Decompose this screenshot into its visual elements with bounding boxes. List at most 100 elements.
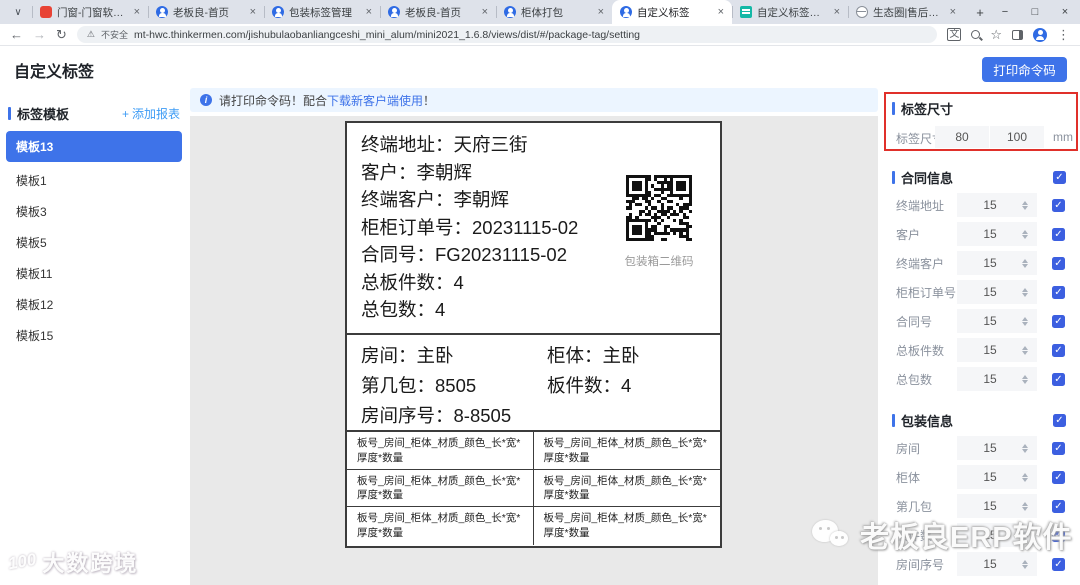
tab-laobanliang-home-2[interactable]: 老板良-首页 × — [380, 0, 496, 24]
tab-cabinet-packing[interactable]: 柜体打包 × — [496, 0, 612, 24]
row-checkbox[interactable]: ✓ — [1052, 314, 1065, 328]
profile-avatar[interactable] — [1033, 27, 1047, 42]
tab-package-label-mgmt[interactable]: 包装标签管理 × — [264, 0, 380, 24]
sidebar-item-template13[interactable]: 模板13 — [6, 131, 182, 162]
tab-title: 自定义标签 — [637, 6, 690, 19]
number-stepper[interactable] — [1019, 222, 1031, 246]
forward-icon[interactable]: → — [33, 27, 46, 42]
number-stepper[interactable] — [1019, 193, 1031, 217]
banner-text: 请打印命令码！配合下载新客户端使用！ — [219, 93, 436, 108]
translate-icon[interactable]: 文 — [947, 28, 962, 41]
number-stepper[interactable] — [1019, 338, 1031, 362]
info-banner: i 请打印命令码！配合下载新客户端使用！ — [190, 88, 878, 112]
maximize-button[interactable]: □ — [1020, 0, 1050, 24]
sidebar-item-template5[interactable]: 模板5 — [0, 228, 188, 257]
number-stepper[interactable] — [1019, 465, 1031, 489]
row-checkbox[interactable]: ✓ — [1052, 198, 1065, 212]
row-checkbox[interactable]: ✓ — [1052, 499, 1065, 513]
page-header: 自定义标签 打印命令码 — [0, 46, 1080, 88]
document-favicon — [740, 6, 752, 18]
tab-laobanliang-home-1[interactable]: 老板良-首页 × — [148, 0, 264, 24]
laobanliang-favicon — [272, 6, 284, 18]
number-stepper[interactable] — [1019, 523, 1031, 547]
label-line-room-serial: 房间序号：8-8505 — [361, 405, 512, 426]
row-checkbox[interactable]: ✓ — [1052, 227, 1065, 241]
label-size-row: 标签尺寸 mm — [886, 125, 1080, 149]
close-window-button[interactable]: × — [1050, 0, 1080, 24]
laobanliang-favicon — [504, 6, 516, 18]
packaging-section-header: 包装信息 ✓ — [892, 413, 1080, 429]
label-line-terminal-address: 终端地址：天府三街 — [361, 134, 528, 155]
section-accent-bar — [892, 413, 895, 427]
download-client-link[interactable]: 下载新客户端使用 — [327, 94, 423, 108]
url-text[interactable]: mt-hwc.thinkermen.com/jishubulaobanliang… — [134, 29, 640, 41]
not-secure-warning-icon[interactable]: ⚠ — [87, 29, 95, 40]
packaging-section-checkbox[interactable]: ✓ — [1053, 413, 1066, 427]
setting-row-room-serial: 房间序号 ✓ — [886, 552, 1080, 576]
tab-close-icon[interactable]: × — [716, 6, 726, 18]
sidebar-item-template3[interactable]: 模板3 — [0, 197, 188, 226]
number-stepper[interactable] — [1019, 552, 1031, 576]
globe-favicon — [856, 6, 868, 18]
minimize-button[interactable]: − — [990, 0, 1020, 24]
tab-teambition[interactable]: 门窗-门窗软件 · Teambiti × — [32, 0, 148, 24]
row-checkbox[interactable]: ✓ — [1052, 372, 1065, 386]
new-tab-button[interactable]: + — [970, 2, 990, 22]
reload-icon[interactable]: ↻ — [56, 27, 67, 43]
number-stepper[interactable] — [1019, 309, 1031, 333]
label-line-room: 房间：主卧 — [361, 345, 454, 366]
number-stepper[interactable] — [1019, 280, 1031, 304]
tab-close-icon[interactable]: × — [832, 6, 842, 18]
toolbar-actions: 文 ☆ ⋮ — [947, 27, 1070, 43]
print-command-code-button[interactable]: 打印命令码 — [982, 57, 1067, 82]
back-icon[interactable]: ← — [10, 27, 23, 42]
tab-custom-label-howto[interactable]: 自定义标签使用方法 × — [732, 0, 848, 24]
browser-menu-icon[interactable]: ⋮ — [1057, 27, 1070, 43]
setting-row-room: 房间 ✓ — [886, 436, 1080, 460]
row-checkbox[interactable]: ✓ — [1052, 557, 1065, 571]
add-report-link[interactable]: + 添加报表 — [122, 105, 180, 122]
label-width-input[interactable] — [935, 126, 989, 148]
tab-close-icon[interactable]: × — [248, 6, 258, 18]
number-stepper[interactable] — [1019, 494, 1031, 518]
sidebar-item-template15[interactable]: 模板15 — [0, 321, 188, 350]
bookmark-star-icon[interactable]: ☆ — [990, 27, 1002, 43]
label-line-total-packages: 总包数：4 — [361, 299, 446, 320]
number-stepper[interactable] — [1019, 251, 1031, 275]
number-stepper[interactable] — [1019, 367, 1031, 391]
row-checkbox[interactable]: ✓ — [1052, 528, 1065, 542]
setting-row-package-no: 第几包 ✓ — [886, 494, 1080, 518]
row-checkbox[interactable]: ✓ — [1052, 343, 1065, 357]
plus-icon: + — [121, 106, 129, 121]
row-checkbox[interactable]: ✓ — [1052, 470, 1065, 484]
number-stepper[interactable] — [1019, 436, 1031, 460]
qr-caption: 包装箱二维码 — [624, 256, 694, 268]
tab-close-icon[interactable]: × — [948, 6, 958, 18]
tab-close-icon[interactable]: × — [132, 6, 142, 18]
teambition-favicon — [40, 6, 52, 18]
sidebar-item-template1[interactable]: 模板1 — [0, 166, 188, 195]
qr-code — [626, 175, 692, 241]
row-checkbox[interactable]: ✓ — [1052, 441, 1065, 455]
tab-strip: ∨ 门窗-门窗软件 · Teambiti × 老板良-首页 × 包装标签管理 ×… — [0, 0, 1080, 24]
contract-section-checkbox[interactable]: ✓ — [1053, 170, 1066, 184]
tab-close-icon[interactable]: × — [480, 6, 490, 18]
sidebar-item-template12[interactable]: 模板12 — [0, 290, 188, 319]
tab-work-order-detail[interactable]: 生态圈|售后工单详情 × — [848, 0, 964, 24]
info-icon: i — [200, 94, 212, 106]
tab-close-icon[interactable]: × — [596, 6, 606, 18]
tab-title: 老板良-首页 — [405, 6, 461, 19]
tab-close-icon[interactable]: × — [364, 6, 374, 18]
address-bar[interactable]: ⚠ 不安全 mt-hwc.thinkermen.com/jishubulaoba… — [76, 26, 938, 43]
label-height-input[interactable] — [990, 126, 1044, 148]
sidebar-item-template11[interactable]: 模板11 — [0, 259, 188, 288]
zoom-icon[interactable] — [971, 30, 981, 39]
row-checkbox[interactable]: ✓ — [1052, 285, 1065, 299]
setting-row-panel-count: 板件数 ✓ — [886, 523, 1080, 547]
tab-search-chevron-icon[interactable]: ∨ — [8, 2, 28, 22]
row-checkbox[interactable]: ✓ — [1052, 256, 1065, 270]
tab-custom-label-active[interactable]: 自定义标签 × — [612, 0, 732, 24]
setting-row-order-no: 柜柜订单号 ✓ — [886, 280, 1080, 304]
side-panel-icon[interactable] — [1012, 29, 1023, 40]
panel-grid-cell: 板号_房间_柜体_材质_颜色_长*宽*厚度*数量 — [347, 469, 534, 507]
